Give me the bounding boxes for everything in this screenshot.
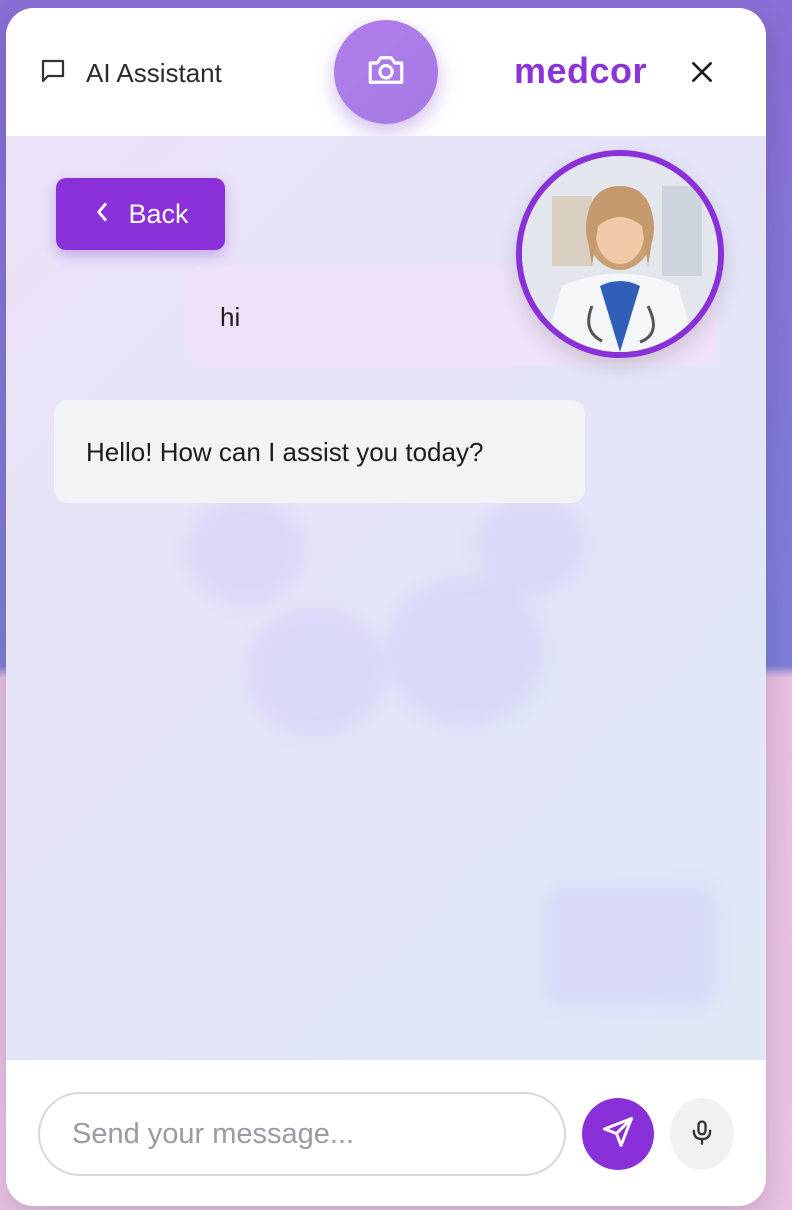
chat-widget-panel: AI Assistant medcor Back hi Hello! How c… <box>6 8 766 1206</box>
camera-button[interactable] <box>334 20 438 124</box>
microphone-button[interactable] <box>670 1098 734 1170</box>
background-blur-shape <box>246 606 386 736</box>
microphone-icon <box>688 1117 716 1152</box>
send-icon <box>600 1114 636 1155</box>
camera-icon <box>365 49 407 96</box>
doctor-avatar-image <box>522 156 718 352</box>
user-message-text: hi <box>220 302 241 332</box>
background-blur-shape <box>476 496 586 596</box>
close-button[interactable] <box>686 58 718 90</box>
header-title-group: AI Assistant <box>38 56 222 91</box>
close-icon <box>689 59 715 90</box>
message-composer <box>6 1060 766 1206</box>
assistant-message-text: Hello! How can I assist you today? <box>86 437 484 467</box>
background-blur-shape <box>546 886 716 1006</box>
back-button-label: Back <box>128 198 189 229</box>
brand-logo: medcor <box>514 50 648 91</box>
doctor-avatar <box>516 150 724 358</box>
header-title: AI Assistant <box>86 58 222 88</box>
send-button[interactable] <box>582 1098 654 1170</box>
assistant-message-bubble: Hello! How can I assist you today? <box>54 400 585 503</box>
chat-message-area[interactable]: Back hi Hello! How can I assist you toda… <box>6 136 766 1060</box>
back-button[interactable]: Back <box>56 178 225 250</box>
chevron-left-icon <box>92 199 112 230</box>
background-blur-shape <box>186 496 306 606</box>
chat-bubble-icon <box>38 56 68 91</box>
message-input[interactable] <box>38 1092 566 1176</box>
chat-header: AI Assistant medcor <box>6 8 766 136</box>
background-blur-shape <box>386 576 546 726</box>
